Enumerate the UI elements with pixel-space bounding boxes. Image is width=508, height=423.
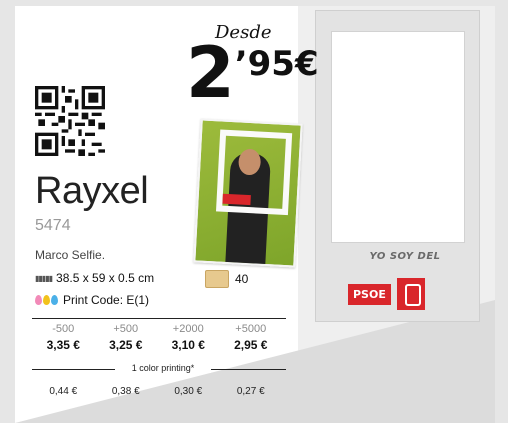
tier-price: 3,10 €: [171, 338, 205, 352]
tier: +500 3,25 €: [95, 323, 158, 352]
tier-quantity: -500: [52, 323, 75, 335]
size-row: ▮▮▮▮▮ 38.5 x 59 x 0.5 cm: [35, 271, 154, 285]
frame-slogan: YO SOY DEL: [369, 251, 441, 262]
extra-price: 0,27 €: [236, 386, 265, 397]
tier-price: 2,95 €: [234, 338, 268, 352]
print-code-row: Print Code: E(1): [35, 293, 149, 307]
frame-window: [331, 31, 465, 243]
ink-drops-icon: [35, 295, 58, 305]
box-icon: [205, 270, 229, 288]
price-tiers: -500 3,35 € +500 3,25 € +2000 3,10 € +50…: [32, 323, 282, 352]
print-note: 1 color printing*: [115, 363, 211, 373]
tier: +2000 3,10 €: [157, 323, 220, 352]
product-photo: [193, 118, 303, 268]
tier-price: 3,25 €: [109, 338, 143, 352]
print-extra-prices: 0,44 € 0,38 € 0,30 € 0,27 €: [32, 386, 282, 397]
product-code: 5474: [35, 217, 71, 234]
tier-quantity: +2000: [172, 323, 204, 335]
tier-price: 3,35 €: [46, 338, 80, 352]
product-description: Marco Selfie.: [35, 248, 106, 262]
extra-price: 0,30 €: [174, 386, 203, 397]
divider-top: [32, 318, 286, 319]
size-value: 38.5 x 59 x 0.5 cm: [56, 271, 155, 285]
tier-quantity: +500: [113, 323, 139, 335]
box-quantity: 40: [235, 272, 249, 286]
print-code: Print Code: E(1): [63, 293, 150, 307]
brand-name: Rayxel: [35, 170, 149, 212]
extra-price: 0,44 €: [49, 386, 78, 397]
ruler-icon: ▮▮▮▮▮: [35, 273, 53, 283]
price-decimal: ’95€: [234, 44, 319, 84]
tier-quantity: +5000: [235, 323, 267, 335]
tier: +5000 2,95 €: [220, 323, 283, 352]
qr-code-icon[interactable]: [35, 86, 105, 156]
extra-price: 0,38 €: [111, 386, 140, 397]
headline-price: 2 ’95€: [186, 38, 319, 108]
price-integer: 2: [186, 32, 235, 114]
tier: -500 3,35 €: [32, 323, 95, 352]
photo-sign: [222, 193, 251, 206]
product-frame-image: YO SOY DEL PSOE: [315, 10, 480, 322]
rose-icon: [396, 278, 425, 310]
box-row: 40: [205, 270, 248, 288]
frame-logo: PSOE: [348, 269, 443, 319]
psoe-logo: PSOE: [348, 283, 391, 305]
